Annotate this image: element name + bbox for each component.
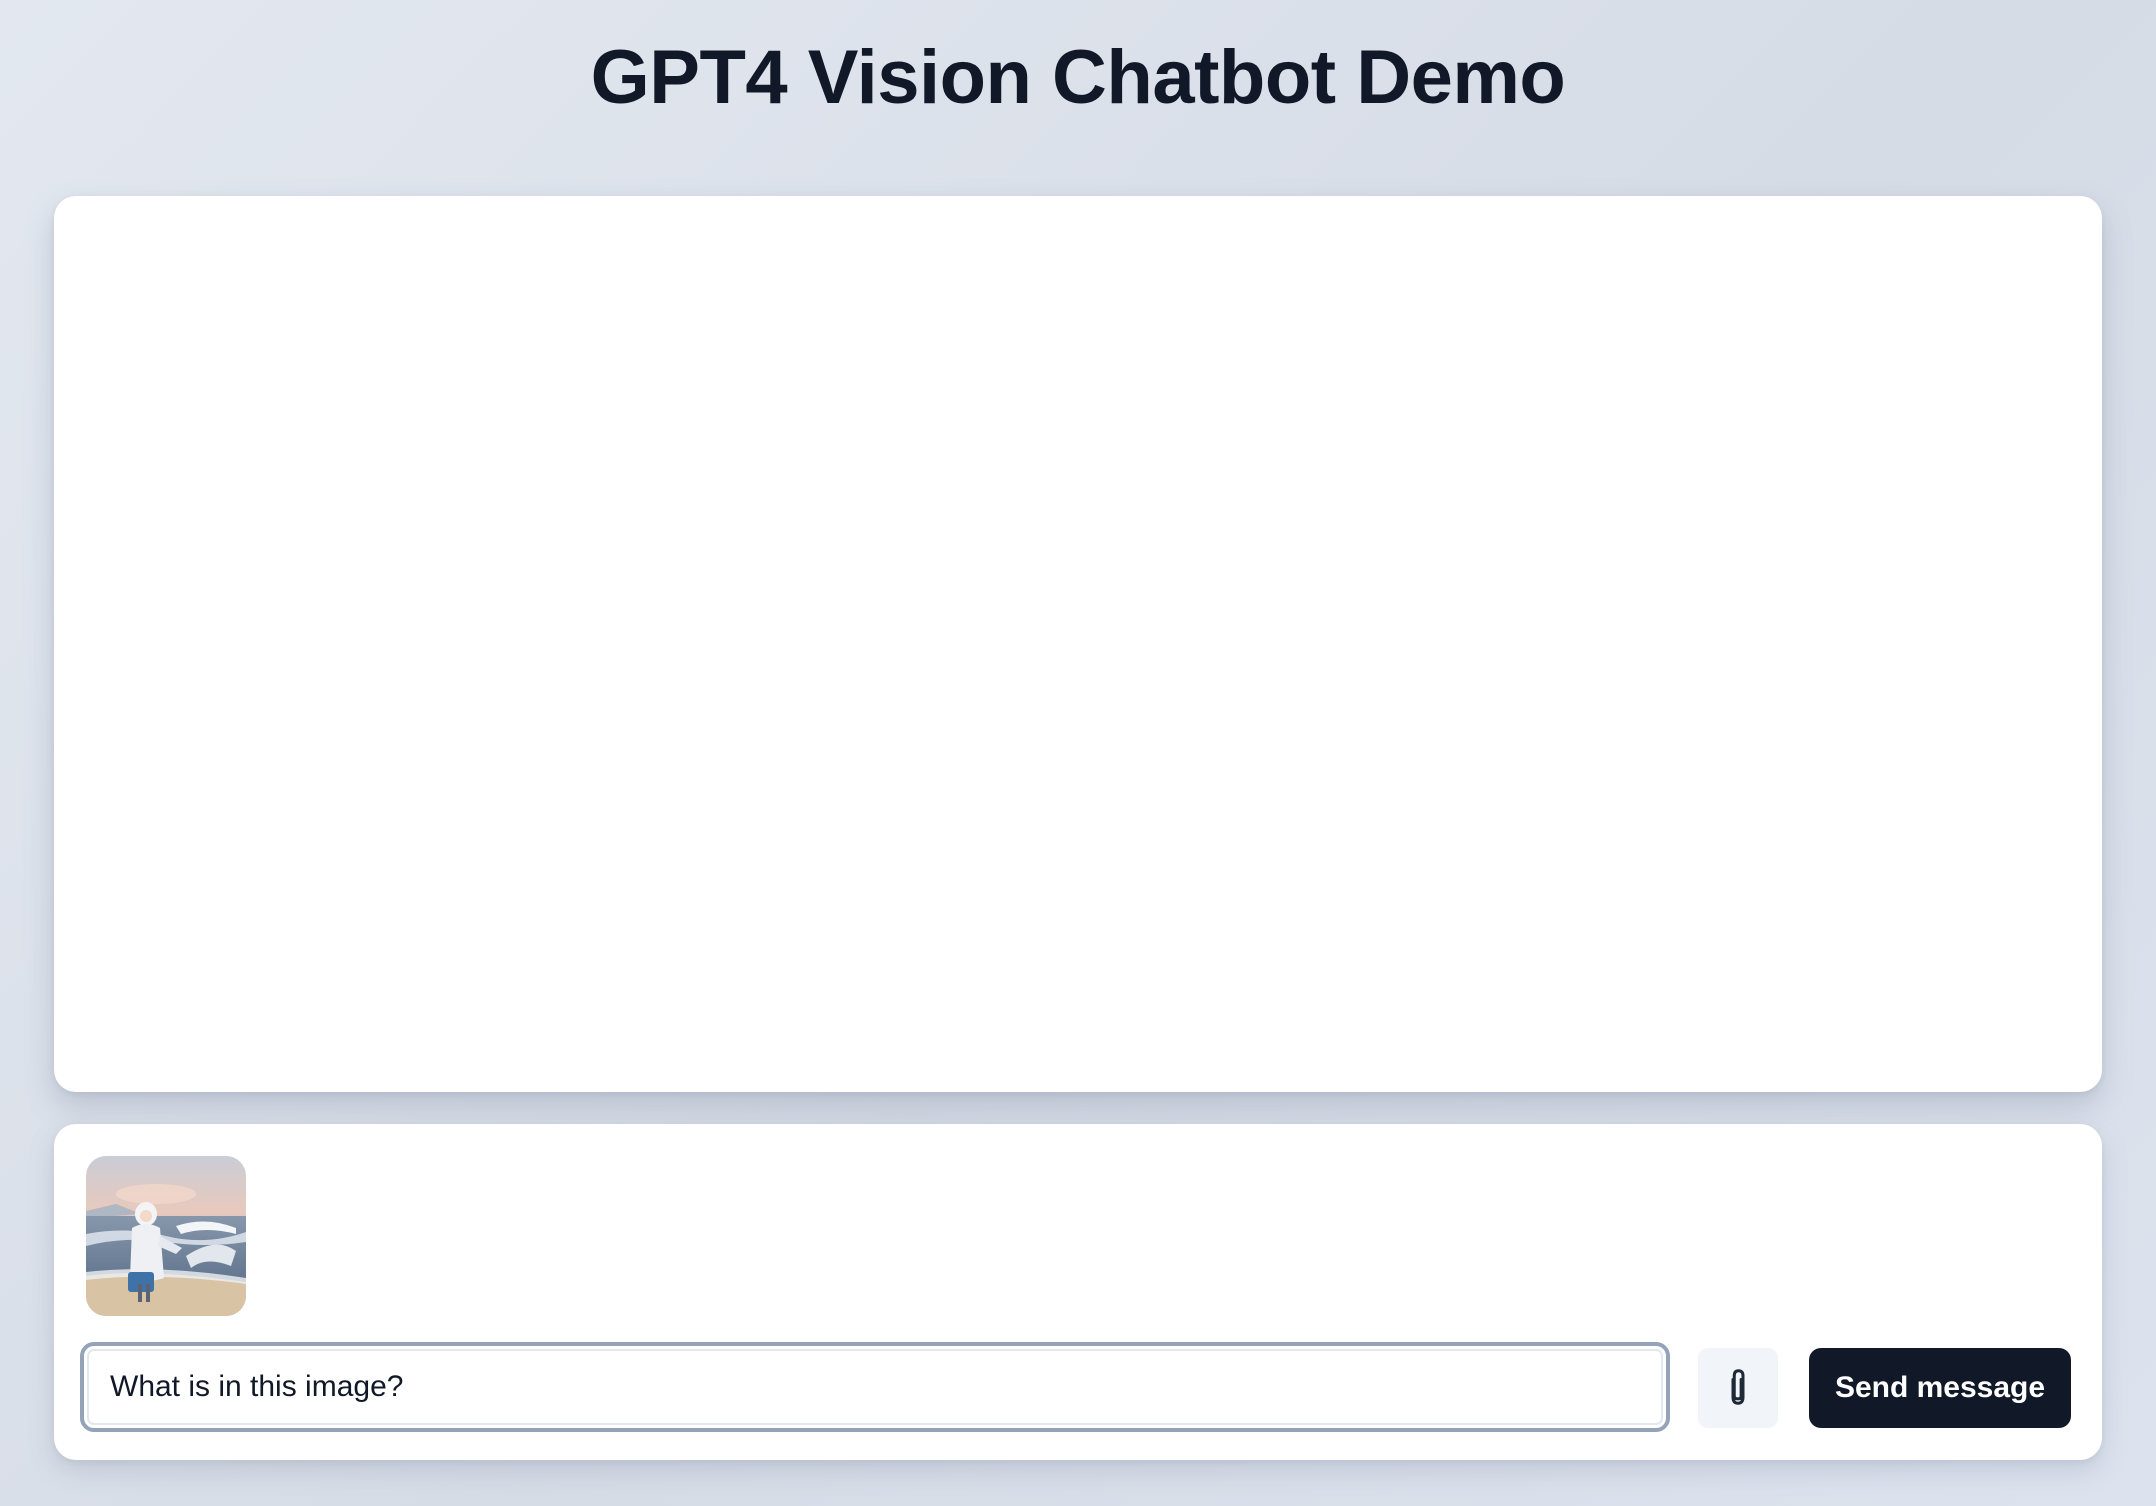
- attached-image-thumbnail[interactable]: [86, 1156, 246, 1316]
- send-message-button[interactable]: Send message: [1809, 1348, 2071, 1428]
- chat-messages-panel[interactable]: [54, 196, 2102, 1092]
- page-title: GPT4 Vision Chatbot Demo: [590, 35, 1566, 120]
- message-composer: Send message: [54, 1124, 2102, 1460]
- message-input[interactable]: [80, 1342, 1670, 1432]
- attach-file-button[interactable]: [1698, 1348, 1778, 1428]
- paperclip-icon: [1723, 1367, 1753, 1410]
